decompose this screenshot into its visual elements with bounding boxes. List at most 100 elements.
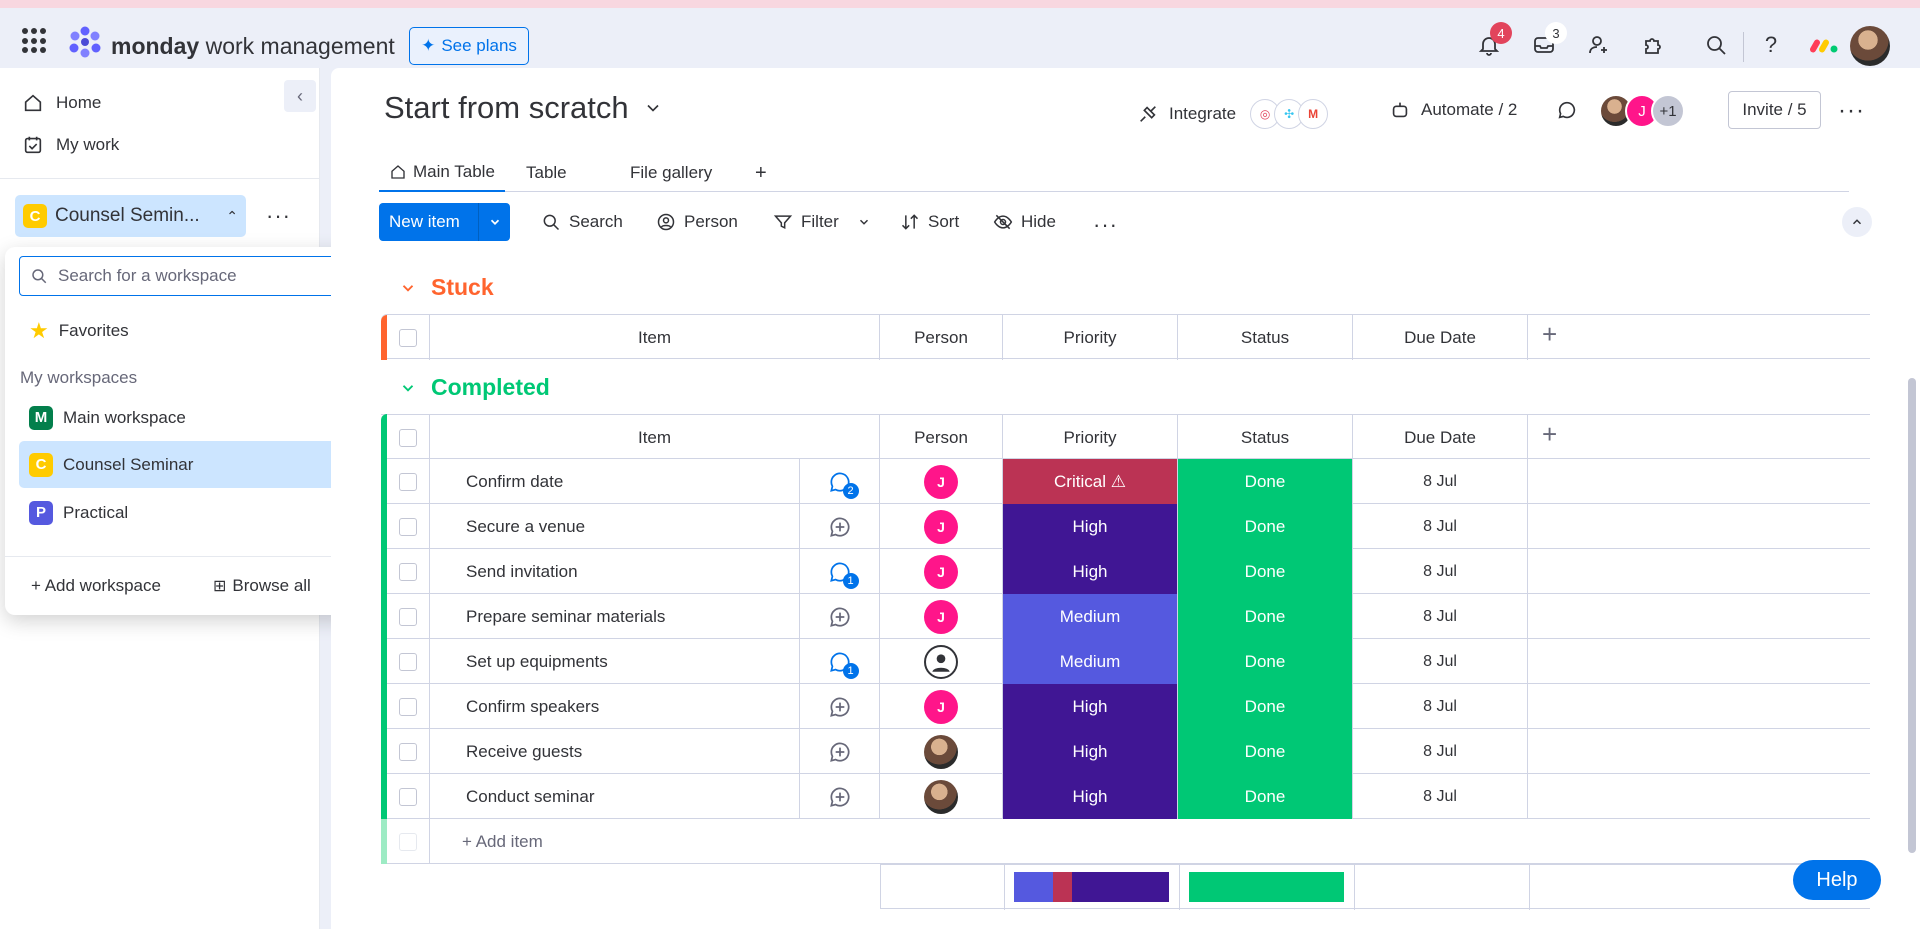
person-cell[interactable]: J	[880, 459, 1003, 504]
notifications-button[interactable]: 4	[1474, 22, 1512, 60]
status-cell[interactable]: Done	[1178, 459, 1353, 504]
sidebar-item-home[interactable]: Home	[22, 92, 101, 114]
updates-cell[interactable]: 2	[800, 459, 880, 504]
group-title-completed[interactable]: Completed	[399, 374, 550, 401]
status-cell[interactable]: Done	[1178, 774, 1353, 819]
person-cell[interactable]	[880, 639, 1003, 684]
item-name-cell[interactable]: Send invitation	[430, 549, 800, 594]
item-name-cell[interactable]: Receive guests	[430, 729, 800, 774]
priority-cell[interactable]: High	[1003, 549, 1178, 594]
person-cell[interactable]	[880, 774, 1003, 819]
board-members[interactable]: J +1	[1599, 94, 1685, 128]
monday-apps-icon[interactable]	[1810, 34, 1840, 56]
status-cell[interactable]: Done	[1178, 549, 1353, 594]
sort-tool[interactable]: Sort	[900, 212, 959, 232]
status-cell[interactable]: Done	[1178, 639, 1353, 684]
column-header-priority[interactable]: Priority	[1003, 315, 1178, 360]
status-cell[interactable]: Done	[1178, 504, 1353, 549]
checkbox[interactable]	[399, 742, 417, 761]
automate-button[interactable]: Automate / 2	[1389, 99, 1517, 121]
workspace-item-practical[interactable]: P Practical	[19, 489, 340, 536]
workspace-more-icon[interactable]: ···	[266, 203, 291, 229]
item-name-cell[interactable]: Conduct seminar	[430, 774, 800, 819]
help-button[interactable]: ?	[1756, 30, 1786, 60]
updates-cell[interactable]: 1	[800, 639, 880, 684]
checkbox-cell[interactable]	[387, 549, 430, 594]
search-tool[interactable]: Search	[541, 212, 623, 232]
add-item-button[interactable]: + Add item	[462, 832, 543, 852]
tab-main-table[interactable]: Main Table	[379, 154, 505, 192]
updates-cell[interactable]	[800, 504, 880, 549]
priority-cell[interactable]: Critical ⚠	[1003, 459, 1178, 504]
apps-grid-icon[interactable]	[22, 28, 48, 54]
table-row[interactable]: Conduct seminar High Done 8 Jul	[381, 774, 1870, 819]
chevron-down-icon[interactable]	[478, 203, 510, 241]
priority-cell[interactable]: Medium	[1003, 639, 1178, 684]
workspace-item-main[interactable]: M Main workspace	[19, 394, 340, 441]
toolbar-more-icon[interactable]: ···	[1093, 212, 1118, 238]
checkbox[interactable]	[399, 697, 417, 716]
due-date-cell[interactable]: 8 Jul	[1353, 549, 1528, 594]
table-row[interactable]: Receive guests High Done 8 Jul	[381, 729, 1870, 774]
board-more-icon[interactable]: ···	[1838, 97, 1865, 125]
due-date-cell[interactable]: 8 Jul	[1353, 594, 1528, 639]
item-name-cell[interactable]: Confirm speakers	[430, 684, 800, 729]
due-date-cell[interactable]: 8 Jul	[1353, 504, 1528, 549]
board-title[interactable]: Start from scratch	[384, 90, 663, 126]
column-header-person[interactable]: Person	[880, 315, 1003, 360]
status-cell[interactable]: Done	[1178, 594, 1353, 639]
due-date-cell[interactable]: 8 Jul	[1353, 459, 1528, 504]
table-row[interactable]: Set up equipments 1 Medium Done 8 Jul	[381, 639, 1870, 684]
person-cell[interactable]: J	[880, 594, 1003, 639]
favorites-item[interactable]: ★ Favorites	[19, 307, 340, 354]
checkbox[interactable]	[399, 652, 417, 671]
person-cell[interactable]: J	[880, 549, 1003, 594]
chevron-down-icon[interactable]	[857, 215, 871, 229]
updates-button[interactable]	[1556, 99, 1578, 121]
invite-button[interactable]: Invite / 5	[1728, 91, 1821, 129]
item-name-cell[interactable]: Prepare seminar materials	[430, 594, 800, 639]
priority-cell[interactable]: High	[1003, 729, 1178, 774]
status-cell[interactable]: Done	[1178, 729, 1353, 774]
column-header-status[interactable]: Status	[1178, 415, 1353, 460]
select-all-cell[interactable]	[387, 315, 430, 360]
invite-members-button[interactable]	[1584, 30, 1614, 60]
updates-cell[interactable]: 1	[800, 549, 880, 594]
user-avatar[interactable]	[1850, 26, 1890, 66]
add-workspace-button[interactable]: + Add workspace	[31, 576, 161, 596]
collapse-header-button[interactable]	[1842, 207, 1872, 237]
table-row[interactable]: Confirm date 2 J Critical ⚠ Done 8 Jul	[381, 459, 1870, 504]
vertical-scrollbar[interactable]	[1908, 378, 1916, 853]
checkbox[interactable]	[399, 472, 417, 491]
person-cell[interactable]	[880, 729, 1003, 774]
workspace-search-input[interactable]	[58, 266, 318, 286]
person-cell[interactable]: J	[880, 504, 1003, 549]
checkbox[interactable]	[399, 607, 417, 626]
due-date-cell[interactable]: 8 Jul	[1353, 774, 1528, 819]
column-header-item[interactable]: Item	[430, 315, 880, 360]
item-name-cell[interactable]: Confirm date	[430, 459, 800, 504]
due-date-cell[interactable]: 8 Jul	[1353, 729, 1528, 774]
checkbox-cell[interactable]	[387, 729, 430, 774]
browse-all-button[interactable]: ⊞ Browse all	[213, 576, 311, 596]
column-header-status[interactable]: Status	[1178, 315, 1353, 360]
priority-summary-bar[interactable]	[1014, 872, 1169, 902]
column-header-person[interactable]: Person	[880, 415, 1003, 460]
item-name-cell[interactable]: Secure a venue	[430, 504, 800, 549]
workspace-search[interactable]	[19, 256, 340, 296]
integrate-button[interactable]: Integrate ◎ ✣ M	[1137, 99, 1329, 129]
checkbox-cell[interactable]	[387, 684, 430, 729]
priority-cell[interactable]: High	[1003, 684, 1178, 729]
sidebar-item-my-work[interactable]: My work	[22, 134, 119, 156]
checkbox[interactable]	[399, 328, 417, 347]
updates-cell[interactable]	[800, 684, 880, 729]
checkbox-cell[interactable]	[387, 459, 430, 504]
collapse-sidebar-button[interactable]: ‹	[284, 80, 316, 112]
updates-cell[interactable]	[800, 594, 880, 639]
hide-tool[interactable]: Hide	[993, 212, 1056, 232]
group-title-stuck[interactable]: Stuck	[399, 274, 494, 301]
new-item-button[interactable]: New item	[379, 203, 510, 241]
table-row[interactable]: Secure a venue J High Done 8 Jul	[381, 504, 1870, 549]
status-summary-bar[interactable]	[1189, 872, 1344, 902]
checkbox[interactable]	[399, 517, 417, 536]
